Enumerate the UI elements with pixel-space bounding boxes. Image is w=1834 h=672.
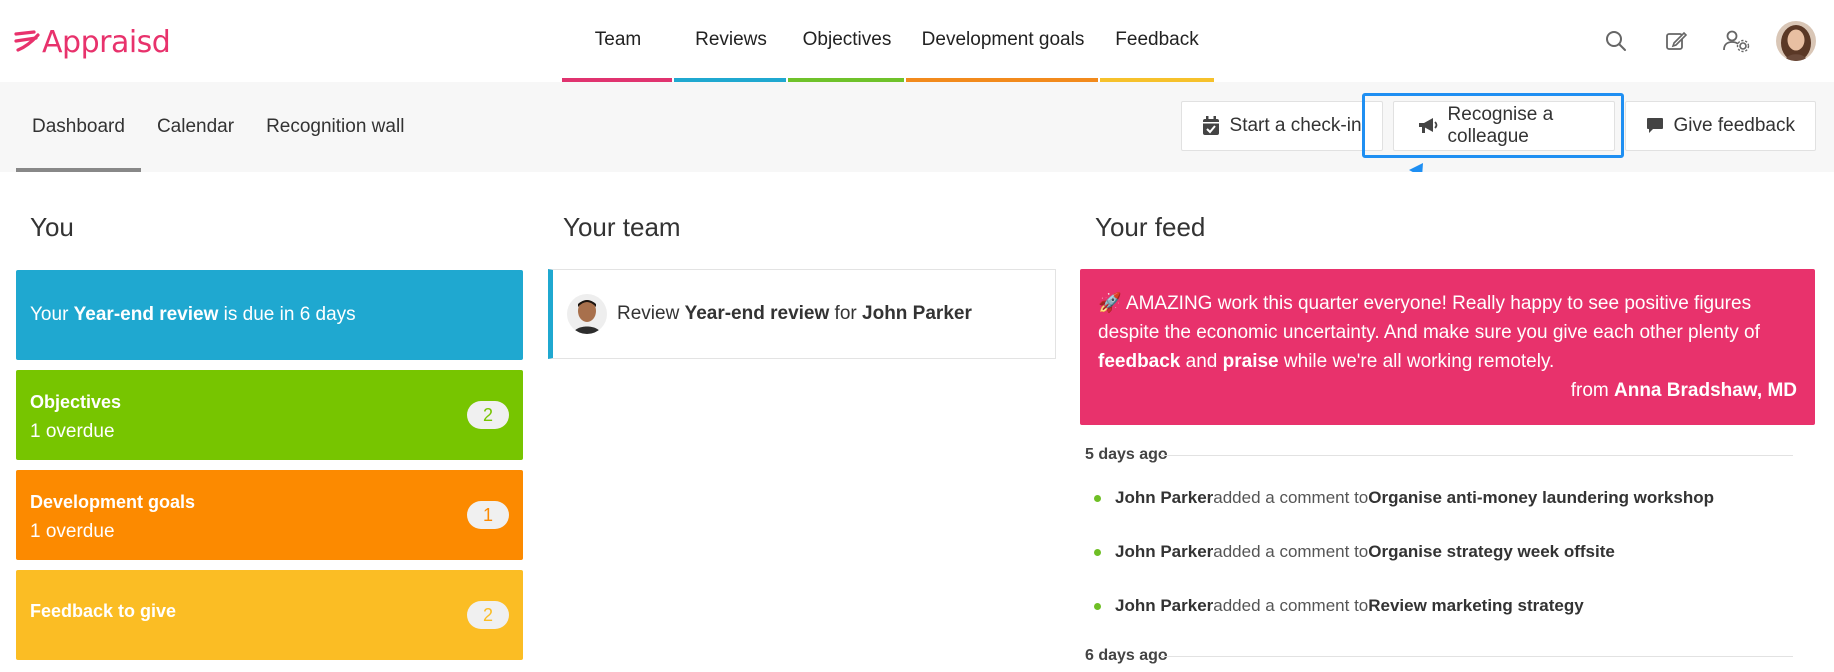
- john-parker-avatar: [567, 294, 607, 334]
- team-review-person: John Parker: [862, 303, 972, 324]
- development-goals-card[interactable]: Development goals 1 overdue 1: [16, 470, 523, 560]
- announcement-bold-praise: praise: [1222, 351, 1279, 372]
- tab-calendar-label: Calendar: [156, 116, 235, 137]
- tab-calendar[interactable]: Calendar: [141, 82, 250, 172]
- feedback-to-give-label: Feedback to give: [30, 601, 177, 621]
- nav-objectives-label: Objectives: [802, 29, 892, 50]
- search-icon[interactable]: [1586, 11, 1646, 71]
- main-nav: Team Reviews Objectives Development goal…: [562, 0, 1214, 82]
- feed-divider: [1160, 455, 1793, 456]
- feed-item-person[interactable]: John Parker: [1115, 542, 1213, 562]
- review-due-text: Your Year-end review is due in 6 days: [30, 304, 356, 325]
- bullet-dot-icon: [1094, 602, 1101, 610]
- nav-development-goals[interactable]: Development goals: [906, 0, 1100, 82]
- appraisd-logo[interactable]: Appraisd: [14, 24, 171, 60]
- feed-list-item: John Parker added a comment to Organise …: [1094, 488, 1714, 508]
- recognise-colleague-label: Recognise a colleague: [1447, 104, 1554, 147]
- sub-navbar: Dashboard Calendar Recognition wall Star…: [0, 82, 1834, 172]
- edit-icon[interactable]: [1646, 11, 1706, 71]
- feed-list-item: John Parker added a comment to Review ma…: [1094, 596, 1584, 616]
- nav-feedback[interactable]: Feedback: [1100, 0, 1214, 82]
- announcement-author: from Anna Bradshaw, MD: [1098, 376, 1797, 405]
- user-settings-icon[interactable]: [1706, 11, 1766, 71]
- start-checkin-label: Start a check-in: [1229, 115, 1362, 136]
- objectives-label: Objectives: [30, 392, 122, 412]
- rocket-icon: 🚀: [1098, 293, 1122, 314]
- nav-feedback-label: Feedback: [1115, 29, 1199, 50]
- action-buttons: Start a check-in Recognise a colleague G…: [1180, 101, 1816, 151]
- feed-item-action: added a comment to: [1213, 488, 1369, 507]
- team-review-prefix: Review: [617, 303, 685, 324]
- top-navbar: Appraisd Team Reviews Objectives Develop…: [0, 0, 1834, 82]
- objectives-card[interactable]: Objectives 1 overdue 2: [16, 370, 523, 460]
- feed-item-action: added a comment to: [1213, 542, 1369, 561]
- give-feedback-button[interactable]: Give feedback: [1624, 101, 1816, 151]
- feedback-to-give-count-badge: 2: [467, 601, 509, 629]
- dashboard-content: You Your Year-end review is due in 6 day…: [0, 172, 1834, 672]
- nav-reviews[interactable]: Reviews: [674, 0, 788, 82]
- tab-dashboard-label: Dashboard: [32, 116, 125, 137]
- author-prefix: from: [1570, 380, 1614, 401]
- development-goals-count-badge: 1: [467, 501, 509, 529]
- you-title: You: [30, 212, 74, 242]
- feedback-to-give-card[interactable]: Feedback to give 2: [16, 570, 523, 660]
- feed-item-target[interactable]: Review marketing strategy: [1368, 596, 1583, 616]
- author-name[interactable]: Anna Bradshaw, MD: [1614, 380, 1797, 401]
- bullet-dot-icon: [1094, 548, 1101, 556]
- team-review-mid: for: [829, 303, 863, 324]
- announcement-part-2: and: [1180, 351, 1223, 372]
- team-review-text: Review Year-end review for John Parker: [617, 303, 972, 325]
- your-team-title: Your team: [563, 212, 681, 242]
- feed-item-target[interactable]: Organise anti-money laundering workshop: [1368, 488, 1714, 508]
- user-avatar[interactable]: [1776, 21, 1816, 61]
- recognise-colleague-button[interactable]: Recognise a colleague: [1392, 101, 1615, 151]
- feed-item-target[interactable]: Organise strategy week offsite: [1368, 542, 1615, 562]
- feed-date-heading: 5 days ago: [1085, 446, 1168, 463]
- development-goals-overdue: 1 overdue: [30, 521, 115, 542]
- tab-recognition-wall-label: Recognition wall: [266, 116, 405, 137]
- top-icons: [1586, 0, 1834, 82]
- team-review-card[interactable]: Review Year-end review for John Parker: [548, 269, 1056, 359]
- nav-development-goals-label: Development goals: [921, 29, 1085, 50]
- announcement-part-1: AMAZING work this quarter everyone! Real…: [1098, 293, 1760, 343]
- feed-list-item: John Parker added a comment to Organise …: [1094, 542, 1615, 562]
- dashboard-tabs: Dashboard Calendar Recognition wall: [16, 82, 420, 172]
- megaphone-icon: [1418, 117, 1438, 135]
- bullet-dot-icon: [1094, 494, 1101, 502]
- feed-item-person[interactable]: John Parker: [1115, 596, 1213, 616]
- start-checkin-button[interactable]: Start a check-in: [1180, 101, 1383, 151]
- year-end-review-card[interactable]: Your Year-end review is due in 6 days: [16, 270, 523, 360]
- your-feed-title: Your feed: [1095, 212, 1206, 242]
- objectives-overdue: 1 overdue: [30, 421, 115, 442]
- tab-recognition-wall[interactable]: Recognition wall: [250, 82, 420, 172]
- team-review-name: Year-end review: [684, 303, 830, 324]
- logo-mark-icon: [14, 30, 40, 52]
- give-feedback-label: Give feedback: [1673, 115, 1795, 136]
- feed-item-person[interactable]: John Parker: [1115, 488, 1213, 508]
- feed-item-action: added a comment to: [1213, 596, 1369, 615]
- logo-text: Appraisd: [42, 24, 171, 60]
- feed-date-heading: 6 days ago: [1085, 647, 1168, 664]
- review-suffix: is due in 6 days: [218, 304, 356, 325]
- calendar-check-icon: [1202, 116, 1220, 136]
- tab-dashboard[interactable]: Dashboard: [16, 82, 141, 172]
- review-name: Year-end review: [73, 304, 219, 325]
- development-goals-label: Development goals: [30, 492, 196, 512]
- review-prefix: Your: [30, 304, 74, 325]
- objectives-count-badge: 2: [467, 401, 509, 429]
- nav-team-label: Team: [594, 29, 642, 50]
- announcement-post: 🚀 AMAZING work this quarter everyone! Re…: [1080, 269, 1815, 425]
- announcement-text: 🚀 AMAZING work this quarter everyone! Re…: [1098, 289, 1797, 376]
- nav-reviews-label: Reviews: [695, 29, 767, 50]
- nav-objectives[interactable]: Objectives: [788, 0, 906, 82]
- announcement-bold-feedback: feedback: [1098, 351, 1181, 372]
- feed-divider: [1160, 656, 1793, 657]
- announcement-part-3: while we're all working remotely.: [1278, 351, 1555, 372]
- nav-team[interactable]: Team: [562, 0, 674, 82]
- speech-bubble-icon: [1646, 117, 1664, 135]
